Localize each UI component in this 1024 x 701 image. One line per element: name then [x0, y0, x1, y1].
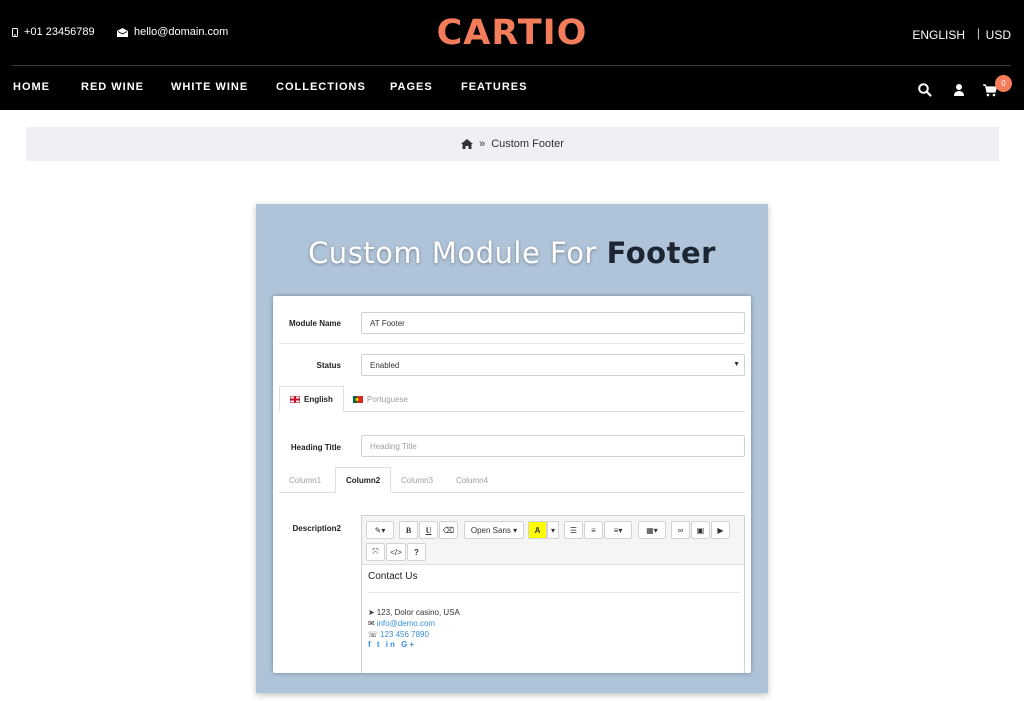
language-tabs: English Portuguese — [279, 386, 745, 412]
highlight-color-icon[interactable]: A — [528, 521, 547, 539]
email-link[interactable]: info@demo.com — [377, 618, 435, 629]
image-icon[interactable]: ▣ — [691, 521, 710, 539]
breadcrumb-current: Custom Footer — [491, 138, 564, 150]
magic-wand-icon[interactable]: ✎▾ — [366, 521, 394, 539]
unordered-list-icon[interactable]: ☰ — [564, 521, 583, 539]
video-icon[interactable]: ▶ — [711, 521, 730, 539]
form-divider — [279, 343, 745, 344]
banner-title-light: Custom Module For — [308, 236, 597, 270]
address-line: ➤ 123, Dolor casino, USA — [368, 607, 740, 618]
site-header: +01 23456789 hello@domain.com CARTIO ENG… — [0, 0, 1024, 110]
fullscreen-icon[interactable]: ⤧ — [366, 543, 385, 561]
tab-column4[interactable]: Column4 — [446, 467, 498, 493]
content-heading: Contact Us — [368, 571, 740, 593]
nav-white-wine[interactable]: WHITE WINE — [171, 81, 248, 93]
top-bar: +01 23456789 hello@domain.com CARTIO ENG… — [0, 0, 1024, 65]
phone-line: ☏ 123 456 7890 — [368, 629, 740, 640]
font-family-dropdown[interactable]: Open Sans ▾ — [464, 521, 524, 539]
uk-flag-icon — [290, 395, 300, 403]
link-icon[interactable]: ∞ — [671, 521, 690, 539]
status-value: Enabled — [370, 360, 400, 370]
envelope-small-icon: ✉ — [368, 619, 375, 628]
tab-english[interactable]: English — [279, 386, 344, 412]
phone-text: 123 456 7890 — [380, 630, 429, 639]
paragraph-align-icon[interactable]: ≡▾ — [604, 521, 632, 539]
home-icon[interactable] — [461, 139, 474, 149]
admin-form-card: Module Name AT Footer Status Enabled ▼ E… — [273, 296, 751, 673]
editor-toolbar: ✎▾ B U ⌫ Open Sans ▾ A ▾ ☰ ≡ ≡▾ ▦▾ ∞ ▣ ▶… — [362, 516, 744, 565]
bold-icon[interactable]: B — [399, 521, 418, 539]
description-label: Description2 — [292, 524, 341, 533]
module-banner: Custom Module For Footer Module Name AT … — [256, 204, 768, 693]
tab-column1[interactable]: Column1 — [279, 467, 331, 493]
rich-text-editor: ✎▾ B U ⌫ Open Sans ▾ A ▾ ☰ ≡ ≡▾ ▦▾ ∞ ▣ ▶… — [361, 515, 745, 673]
banner-title-bold: Footer — [606, 236, 716, 270]
tab-english-label: English — [304, 394, 333, 404]
currency-selector[interactable]: USD — [986, 28, 1011, 42]
social-icons-row[interactable]: f t in G+ — [368, 640, 740, 649]
editor-content[interactable]: Contact Us ➤ 123, Dolor casino, USA ✉ in… — [368, 571, 740, 649]
ordered-list-icon[interactable]: ≡ — [584, 521, 603, 539]
heading-title-input[interactable]: Heading Title — [361, 435, 745, 457]
lang-currency-separator: | — [976, 26, 980, 40]
help-icon[interactable]: ? — [407, 543, 426, 561]
status-select[interactable]: Enabled ▼ — [361, 354, 745, 376]
nav-collections[interactable]: COLLECTIONS — [276, 81, 366, 93]
cart-count-badge: 0 — [995, 75, 1012, 92]
address-text: 123, Dolor casino, USA — [376, 608, 460, 617]
email-line: ✉ info@demo.com — [368, 618, 740, 629]
main-nav: HOME RED WINE WHITE WINE COLLECTIONS PAG… — [0, 66, 1024, 110]
module-name-label: Module Name — [288, 319, 341, 328]
user-icon[interactable] — [951, 82, 967, 98]
eraser-icon[interactable]: ⌫ — [439, 521, 458, 539]
nav-home[interactable]: HOME — [13, 81, 50, 93]
underline-icon[interactable]: U — [419, 521, 438, 539]
tab-column3[interactable]: Column3 — [391, 467, 443, 493]
table-icon[interactable]: ▦▾ — [638, 521, 666, 539]
site-logo[interactable]: CARTIO — [0, 13, 1024, 53]
module-name-input[interactable]: AT Footer — [361, 312, 745, 334]
banner-title: Custom Module For Footer — [256, 236, 768, 270]
nav-features[interactable]: FEATURES — [461, 81, 527, 93]
breadcrumb-separator: » — [479, 138, 486, 150]
nav-red-wine[interactable]: RED WINE — [81, 81, 144, 93]
phone-small-icon: ☏ — [368, 630, 379, 639]
location-arrow-icon: ➤ — [368, 608, 375, 617]
portugal-flag-icon — [353, 395, 363, 403]
status-label: Status — [316, 361, 341, 370]
color-dropdown-icon[interactable]: ▾ — [547, 521, 559, 539]
nav-pages[interactable]: PAGES — [390, 81, 433, 93]
language-selector[interactable]: ENGLISH — [912, 28, 965, 42]
search-icon[interactable] — [917, 82, 933, 98]
tab-portuguese-label: Portuguese — [367, 394, 408, 404]
breadcrumb: » Custom Footer — [26, 127, 999, 161]
chevron-down-icon: ▼ — [733, 361, 740, 368]
column-tabs: Column1 Column2 Column3 Column4 — [279, 467, 745, 493]
tab-portuguese[interactable]: Portuguese — [343, 386, 418, 412]
code-view-icon[interactable]: </> — [386, 543, 406, 561]
font-family-value: Open Sans — [470, 525, 511, 535]
tab-column2[interactable]: Column2 — [335, 467, 392, 493]
heading-title-label: Heading Title — [290, 443, 341, 452]
